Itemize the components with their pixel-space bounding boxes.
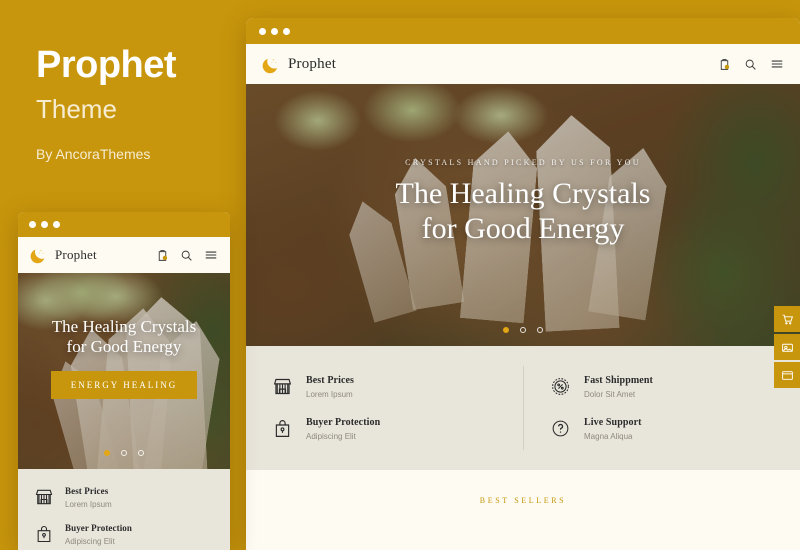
desktop-hero-content: CRYSTALS HAND PICKED BY US FOR YOU The H…	[246, 84, 800, 346]
feature-title: Buyer Protection	[65, 523, 133, 533]
brand-logo[interactable]: Prophet	[262, 55, 336, 74]
window-dot-minimize[interactable]	[41, 221, 48, 228]
window-rail-icon[interactable]	[774, 362, 800, 388]
hero-title-line2: for Good Energy	[66, 337, 182, 356]
slider-dot-1[interactable]	[104, 450, 110, 456]
slider-dot-2[interactable]	[121, 450, 127, 456]
feature-desc: Adipiscing Elit	[65, 537, 115, 546]
feature-item[interactable]: Buyer Protection Adipiscing Elit	[34, 516, 214, 550]
window-dot-maximize[interactable]	[283, 27, 290, 35]
feature-title: Live Support	[584, 417, 642, 428]
window-dot-maximize[interactable]	[53, 221, 60, 228]
hamburger-menu-icon[interactable]	[770, 57, 784, 71]
search-icon[interactable]	[180, 249, 193, 262]
feature-title: Best Prices	[65, 486, 109, 496]
brand-name: Prophet	[288, 55, 337, 72]
hero-title-line2: for Good Energy	[421, 211, 625, 245]
crescent-moon-icon	[262, 55, 281, 74]
feature-item[interactable]: Buyer Protection Adipiscing Elit	[272, 408, 523, 450]
slider-dot-2[interactable]	[520, 327, 526, 333]
storefront-icon	[272, 376, 293, 397]
question-circle-icon	[550, 418, 571, 439]
mobile-header-actions	[156, 248, 218, 262]
gallery-rail-icon[interactable]	[774, 334, 800, 360]
slider-dot-1[interactable]	[503, 327, 509, 333]
window-dot-minimize[interactable]	[271, 27, 278, 35]
slider-dot-3[interactable]	[537, 327, 543, 333]
feature-item[interactable]: Best Prices Lorem Ipsum	[272, 366, 523, 408]
hero-title: The Healing Crystals for Good Energy	[396, 177, 651, 247]
cart-rail-icon[interactable]	[774, 306, 800, 332]
hamburger-menu-icon[interactable]	[204, 248, 218, 262]
desktop-site-header: Prophet	[246, 44, 800, 84]
desktop-side-rail	[774, 306, 800, 388]
percent-badge-icon	[550, 376, 571, 397]
hero-title-line1: The Healing Crystals	[51, 317, 197, 337]
brand-name: Prophet	[55, 247, 97, 262]
promo-subtitle: Theme	[36, 93, 117, 124]
feature-desc: Lorem Ipsum	[306, 390, 353, 399]
bestsellers-label: BEST SELLERS	[479, 496, 567, 505]
page-title: Prophet	[36, 44, 177, 86]
feature-desc: Adipiscing Elit	[306, 432, 356, 441]
feature-title: Fast Shippment	[584, 375, 653, 386]
mobile-hero: The Healing Crystals for Good Energy ENE…	[18, 273, 230, 469]
shopping-bag-icon	[34, 524, 54, 544]
feature-item[interactable]: Fast Shippment Dolor Sit Amet	[523, 366, 774, 408]
cart-clipboard-icon[interactable]	[718, 58, 731, 71]
feature-desc: Dolor Sit Amet	[584, 390, 636, 399]
feature-desc: Magna Aliqua	[584, 432, 633, 441]
slider-dot-3[interactable]	[138, 450, 144, 456]
feature-desc: Lorem Ipsum	[65, 500, 112, 509]
crescent-moon-icon	[30, 246, 48, 264]
mobile-titlebar	[18, 212, 230, 237]
bestsellers-section: BEST SELLERS	[246, 470, 800, 505]
feature-item[interactable]: Best Prices Lorem Ipsum	[34, 479, 214, 516]
mobile-features: Best Prices Lorem Ipsum Buyer Protection…	[18, 469, 230, 550]
cart-clipboard-icon[interactable]	[156, 249, 169, 262]
desktop-preview-window[interactable]: Prophet CRYSTALS HAND PICKED BY US FOR Y…	[246, 18, 800, 550]
hero-cta-button[interactable]: ENERGY HEALING	[50, 370, 198, 399]
desktop-features: Best Prices Lorem Ipsum Fast Shippment D…	[246, 346, 800, 470]
feature-title: Best Prices	[306, 375, 355, 386]
desktop-titlebar	[246, 18, 800, 44]
desktop-slider-dots	[246, 327, 800, 333]
mobile-hero-content: The Healing Crystals for Good Energy ENE…	[18, 273, 230, 469]
search-icon[interactable]	[744, 58, 757, 71]
feature-item[interactable]: Live Support Magna Aliqua	[523, 408, 774, 450]
window-dot-close[interactable]	[259, 27, 266, 35]
desktop-hero: CRYSTALS HAND PICKED BY US FOR YOU The H…	[246, 84, 800, 346]
shopping-bag-icon	[272, 418, 293, 439]
hero-title: The Healing Crystals for Good Energy	[52, 317, 196, 356]
hero-title-line1: The Healing Crystals	[395, 176, 651, 210]
desktop-header-actions	[718, 57, 784, 71]
hero-eyebrow: CRYSTALS HAND PICKED BY US FOR YOU	[405, 157, 641, 167]
brand-logo[interactable]: Prophet	[30, 246, 97, 264]
promo-byline: By AncoraThemes	[36, 146, 151, 163]
mobile-preview-window[interactable]: Prophet The Healing Crystals for Good En…	[18, 212, 230, 550]
mobile-slider-dots	[18, 450, 230, 456]
mobile-site-header: Prophet	[18, 237, 230, 273]
window-dot-close[interactable]	[29, 221, 36, 228]
storefront-icon	[34, 487, 54, 507]
feature-title: Buyer Protection	[306, 417, 381, 428]
